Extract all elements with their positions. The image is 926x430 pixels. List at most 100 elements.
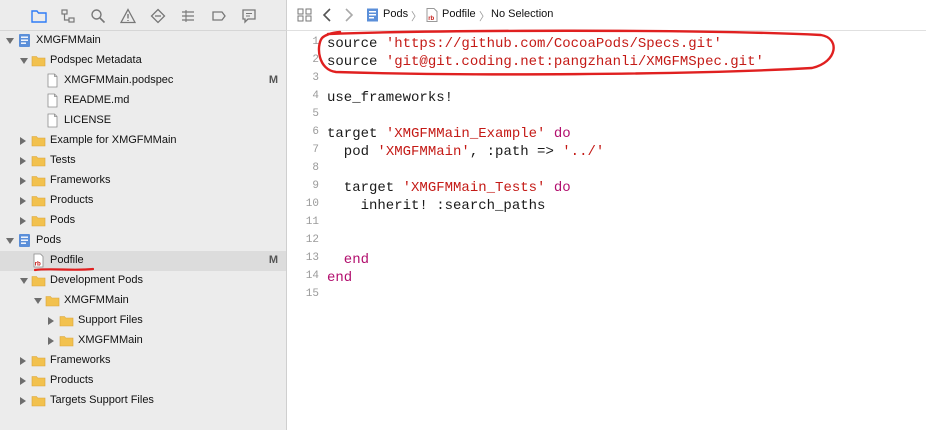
line-number: 2 [312, 54, 319, 66]
tree-item-label: Support Files [78, 314, 143, 326]
breadcrumb-podfile[interactable]: Podfile [442, 8, 476, 20]
tree-item[interactable]: Podspec Metadata [0, 51, 286, 71]
disclosure-closed-icon[interactable] [20, 357, 26, 365]
folder-icon [31, 373, 46, 388]
code-line[interactable]: 14 end [287, 269, 926, 287]
line-number: 8 [312, 162, 319, 174]
disclosure-open-icon[interactable] [6, 238, 14, 244]
code-line[interactable]: 7 pod 'XMGFMMain', :path => '../' [287, 143, 926, 161]
tree-item[interactable]: XMGFMMain [0, 31, 286, 51]
code-token: target [327, 180, 403, 196]
tree-item[interactable]: Pods [0, 211, 286, 231]
code-line[interactable]: 11 [287, 215, 926, 233]
tree-item[interactable]: Support Files [0, 311, 286, 331]
string-literal: 'git@git.coding.net:pangzhanli/XMGFMSpec… [385, 54, 764, 70]
disclosure-open-icon[interactable] [34, 298, 42, 304]
code-line[interactable]: 10 inherit! :search_paths [287, 197, 926, 215]
code-token: inherit! :search_paths [327, 198, 546, 214]
tree-item[interactable]: Pods [0, 231, 286, 251]
source-editor[interactable]: Pods 〉 rb Podfile 〉 No Selection 1 source… [287, 0, 926, 430]
breadcrumb-no-selection[interactable]: No Selection [491, 8, 553, 20]
code-line[interactable]: 8 [287, 161, 926, 179]
back-chevron-icon[interactable] [320, 8, 336, 22]
disclosure-open-icon[interactable] [20, 58, 28, 64]
line-number: 3 [312, 72, 319, 84]
code-text: end [327, 269, 352, 287]
tree-item-label: README.md [64, 94, 130, 106]
code-line[interactable]: 13 end [287, 251, 926, 269]
project-icon [365, 8, 379, 22]
folder-icon [31, 153, 46, 168]
disclosure-open-icon[interactable] [20, 278, 28, 284]
disclosure-closed-icon[interactable] [20, 397, 26, 405]
tree-item-label: XMGFMMain [64, 294, 129, 306]
diamond-icon[interactable] [150, 8, 166, 24]
tree-item[interactable]: rb Podfile M [0, 251, 286, 272]
code-line[interactable]: 6 target 'XMGFMMain_Example' do [287, 125, 926, 143]
tree-item[interactable]: README.md [0, 91, 286, 111]
project-icon [17, 233, 32, 248]
tag-icon[interactable] [211, 8, 227, 24]
keyword: end [327, 252, 370, 268]
disclosure-closed-icon[interactable] [20, 137, 26, 145]
search-icon[interactable] [90, 8, 106, 24]
navigator-toolbar [0, 0, 287, 31]
code-line[interactable]: 4 use_frameworks! [287, 89, 926, 107]
grid-icon[interactable] [180, 8, 196, 24]
code-line[interactable]: 3 [287, 71, 926, 89]
tree-item[interactable]: LICENSE [0, 111, 286, 131]
tree-item[interactable]: Frameworks [0, 171, 286, 191]
code-line[interactable]: 5 [287, 107, 926, 125]
code-line[interactable]: 9 target 'XMGFMMain_Tests' do [287, 179, 926, 197]
tree-item-label: Podspec Metadata [50, 54, 142, 66]
code-text: target 'XMGFMMain_Tests' do [327, 179, 571, 197]
folder-icon [31, 53, 46, 68]
folder-icon [59, 313, 74, 328]
line-number: 4 [312, 90, 319, 102]
tree-item-label: LICENSE [64, 114, 112, 126]
tree-item[interactable]: Frameworks [0, 351, 286, 371]
tree-item[interactable]: Development Pods [0, 271, 286, 291]
line-number: 13 [305, 252, 319, 264]
comment-icon[interactable] [241, 8, 257, 24]
file-icon [45, 113, 60, 128]
disclosure-open-icon[interactable] [6, 38, 14, 44]
tree-item[interactable]: Example for XMGFMMain [0, 131, 286, 151]
tree-item[interactable]: Products [0, 191, 286, 211]
tree-item[interactable]: Tests [0, 151, 286, 171]
warning-icon[interactable] [120, 8, 136, 24]
tree-item[interactable]: Targets Support Files [0, 391, 286, 411]
code-text: inherit! :search_paths [327, 197, 546, 215]
disclosure-closed-icon[interactable] [20, 157, 26, 165]
string-literal: 'XMGFMMain' [377, 144, 470, 160]
tree-item[interactable]: XMGFMMain [0, 291, 286, 311]
code-line[interactable]: 12 [287, 233, 926, 251]
grid-menu-icon[interactable] [297, 8, 313, 22]
breadcrumb-pods[interactable]: Pods [383, 8, 408, 20]
tree-item[interactable]: XMGFMMain [0, 331, 286, 351]
string-literal: '../' [562, 144, 605, 160]
disclosure-closed-icon[interactable] [48, 317, 54, 325]
code-line[interactable]: 1 source 'https://github.com/CocoaPods/Sp… [287, 35, 926, 53]
tree-item[interactable]: Products [0, 371, 286, 391]
code-text: use_frameworks! [327, 89, 453, 107]
code-line[interactable]: 15 [287, 287, 926, 305]
disclosure-closed-icon[interactable] [20, 177, 26, 185]
tree-item-label: Frameworks [50, 354, 111, 366]
file-icon [45, 73, 60, 88]
disclosure-closed-icon[interactable] [20, 377, 26, 385]
forward-chevron-icon[interactable] [340, 8, 356, 22]
hierarchy-icon[interactable] [60, 8, 76, 24]
disclosure-closed-icon[interactable] [20, 217, 26, 225]
keyword: do [545, 126, 571, 142]
disclosure-closed-icon[interactable] [48, 337, 54, 345]
line-number: 6 [312, 126, 319, 138]
folder-icon [31, 393, 46, 408]
folder-icon [31, 173, 46, 188]
folder-icon[interactable] [31, 8, 47, 24]
disclosure-closed-icon[interactable] [20, 197, 26, 205]
tree-item[interactable]: XMGFMMain.podspec M [0, 71, 286, 91]
code-text: source 'https://github.com/CocoaPods/Spe… [327, 35, 722, 53]
tree-item-label: XMGFMMain.podspec [64, 74, 174, 86]
code-line[interactable]: 2 source 'git@git.coding.net:pangzhanli/X… [287, 53, 926, 71]
